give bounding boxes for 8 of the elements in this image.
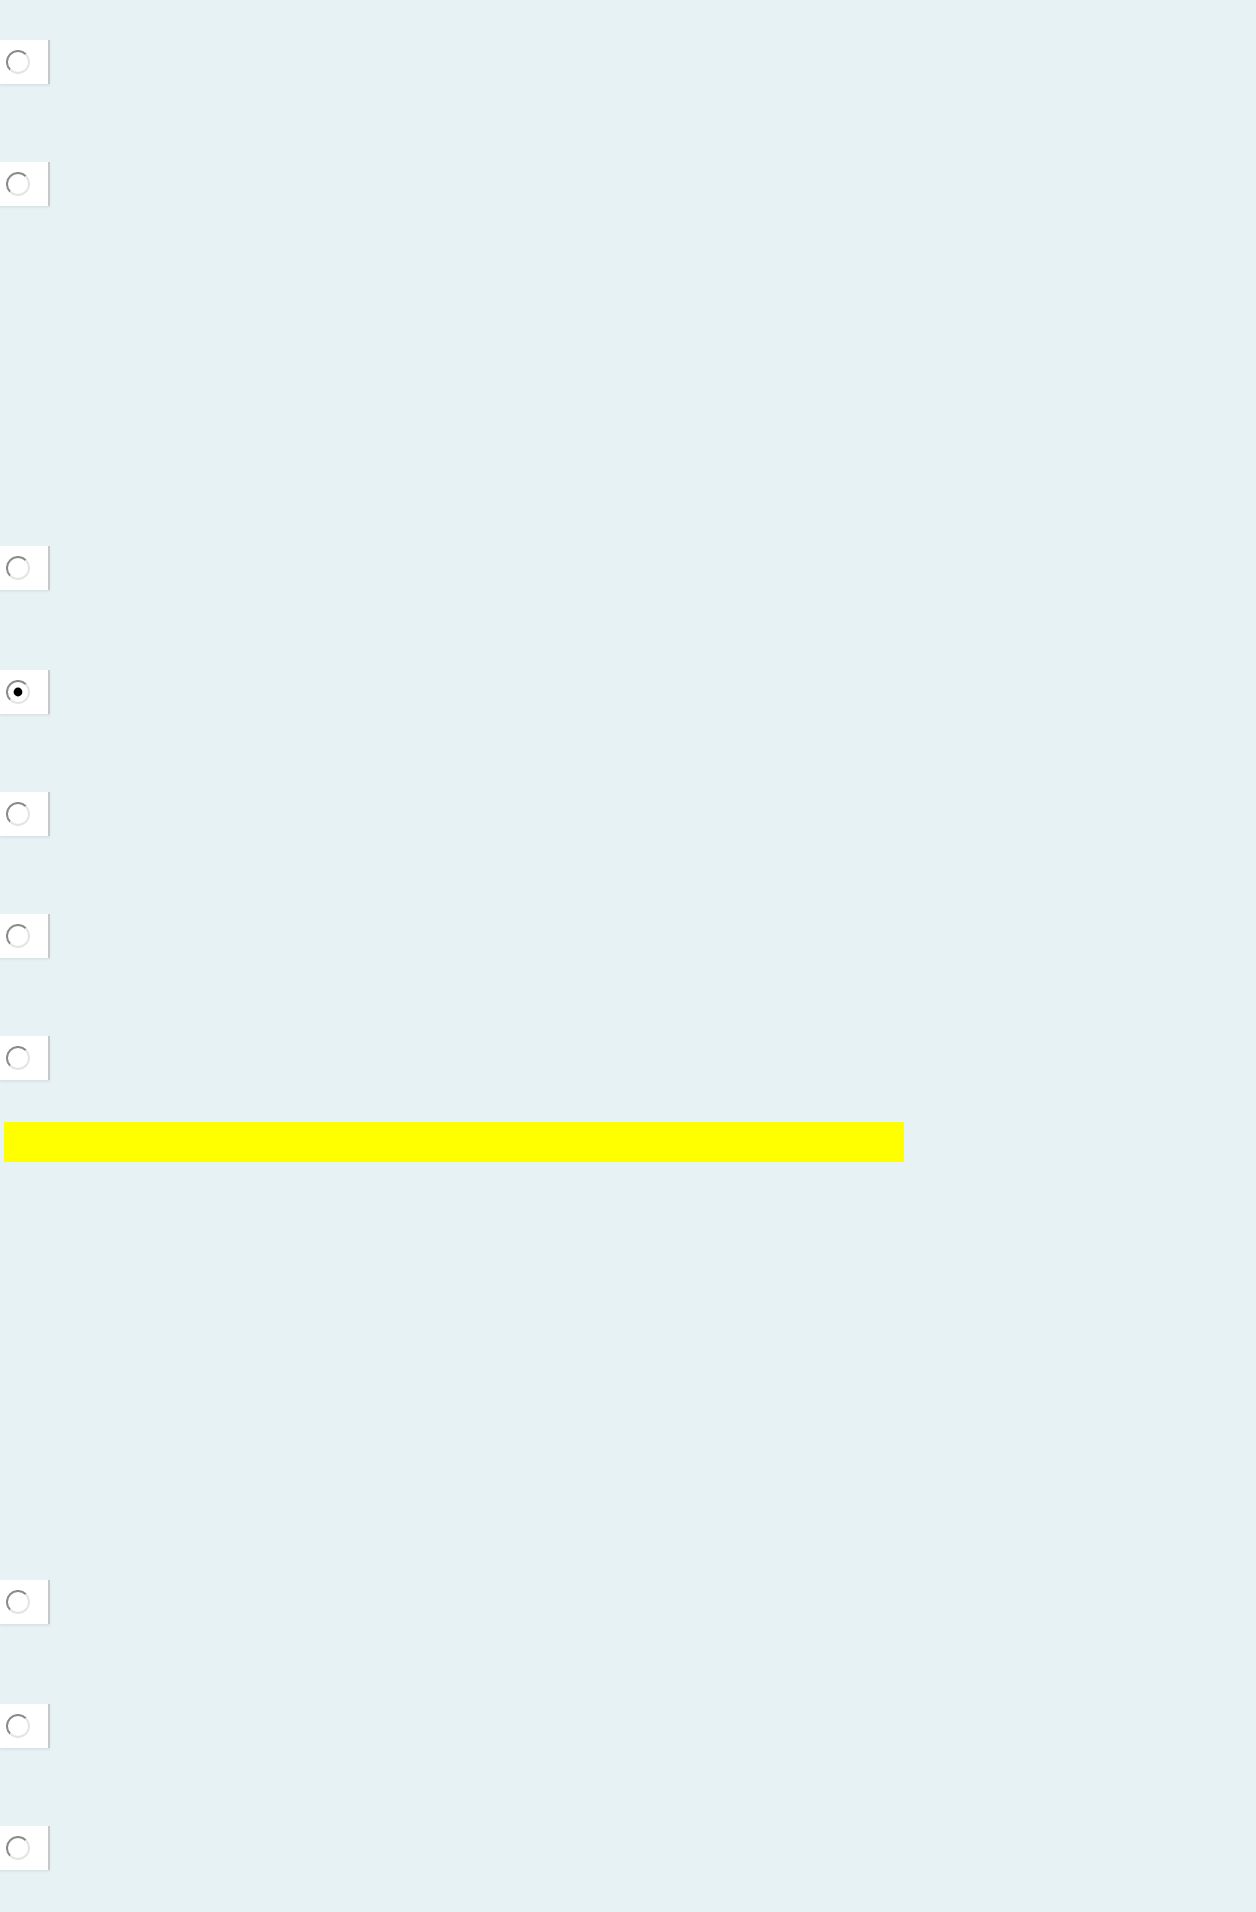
radio-button[interactable] xyxy=(6,1713,30,1738)
radio-button[interactable] xyxy=(6,801,30,826)
radio-button[interactable] xyxy=(6,556,30,581)
radio-button[interactable] xyxy=(6,1046,30,1071)
radio-button[interactable] xyxy=(6,172,30,197)
radio-button[interactable] xyxy=(6,1590,30,1615)
radio-button[interactable] xyxy=(6,924,30,949)
radio-button[interactable] xyxy=(6,50,30,74)
